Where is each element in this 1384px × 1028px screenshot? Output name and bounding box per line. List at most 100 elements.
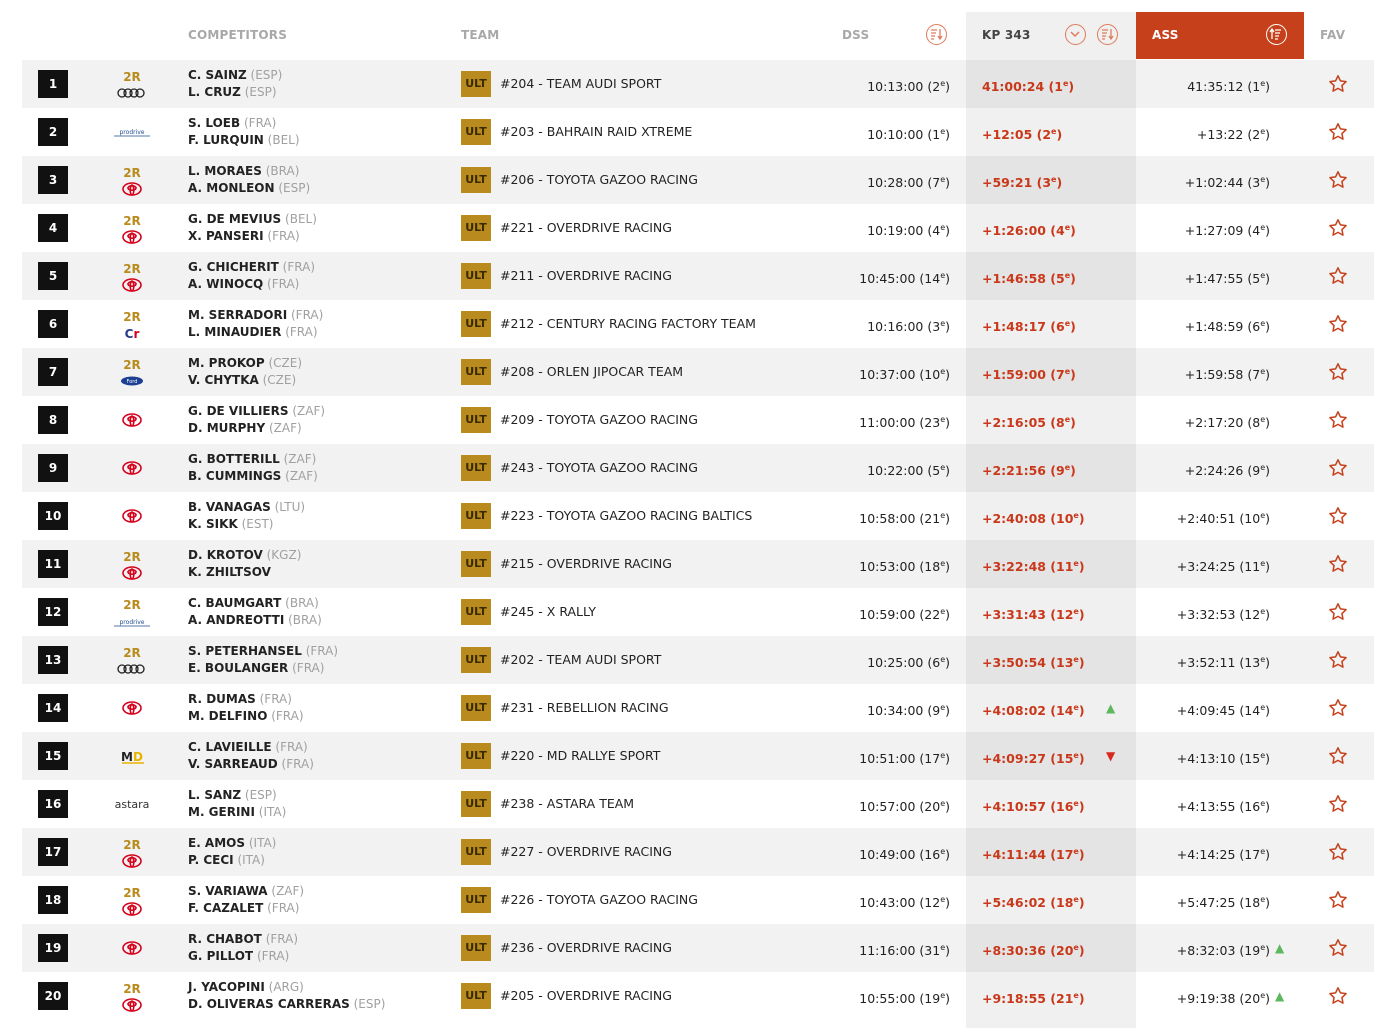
team-name[interactable]: #236 - OVERDRIVE RACING — [500, 924, 672, 972]
crew-names[interactable]: C. SAINZ (ESP) L. CRUZ (ESP) — [188, 67, 282, 101]
kp-sort-icon[interactable] — [1097, 24, 1118, 45]
favorite-star-icon[interactable] — [1328, 698, 1348, 722]
driver-name[interactable]: E. AMOS — [188, 836, 245, 850]
driver-name[interactable]: C. LAVIEILLE — [188, 740, 272, 754]
team-name[interactable]: #202 - TEAM AUDI SPORT — [500, 636, 661, 684]
codriver-name[interactable]: K. SIKK — [188, 517, 238, 531]
crew-names[interactable]: L. MORAES (BRA) A. MONLEON (ESP) — [188, 163, 310, 197]
crew-names[interactable]: C. BAUMGART (BRA) A. ANDREOTTI (BRA) — [188, 595, 322, 629]
team-name[interactable]: #223 - TOYOTA GAZOO RACING BALTICS — [500, 492, 752, 540]
table-row[interactable]: 4 2R G. DE MEVIUS (BEL) X. PANSERI (FRA) ULT… — [22, 204, 1374, 252]
team-name[interactable]: #238 - ASTARA TEAM — [500, 780, 634, 828]
header-team[interactable]: TEAM — [461, 12, 499, 59]
codriver-name[interactable]: P. CECI — [188, 853, 234, 867]
team-name[interactable]: #208 - ORLEN JIPOCAR TEAM — [500, 348, 683, 396]
team-name[interactable]: #204 - TEAM AUDI SPORT — [500, 60, 661, 108]
driver-name[interactable]: G. CHICHERIT — [188, 260, 279, 274]
team-name[interactable]: #206 - TOYOTA GAZOO RACING — [500, 156, 698, 204]
driver-name[interactable]: B. VANAGAS — [188, 500, 271, 514]
team-name[interactable]: #243 - TOYOTA GAZOO RACING — [500, 444, 698, 492]
table-row[interactable]: 19 R. CHABOT (FRA) G. PILLOT (FRA) ULT #236 … — [22, 924, 1374, 972]
crew-names[interactable]: E. AMOS (ITA) P. CECI (ITA) — [188, 835, 276, 869]
driver-name[interactable]: R. CHABOT — [188, 932, 262, 946]
table-row[interactable]: 16 astara L. SANZ (ESP) M. GERINI (ITA) ULT #… — [22, 780, 1374, 828]
favorite-star-icon[interactable] — [1328, 362, 1348, 386]
table-row[interactable]: 11 2R D. KROTOV (KGZ) K. ZHILTSOV ULT #215 -… — [22, 540, 1374, 588]
table-row[interactable]: 8 G. DE VILLIERS (ZAF) D. MURPHY (ZAF) ULT #… — [22, 396, 1374, 444]
dss-sort-icon[interactable] — [926, 24, 947, 45]
table-row[interactable]: 18 2R S. VARIAWA (ZAF) F. CAZALET (FRA) ULT #… — [22, 876, 1374, 924]
team-name[interactable]: #211 - OVERDRIVE RACING — [500, 252, 672, 300]
crew-names[interactable]: B. VANAGAS (LTU) K. SIKK (EST) — [188, 499, 305, 533]
team-name[interactable]: #209 - TOYOTA GAZOO RACING — [500, 396, 698, 444]
table-row[interactable]: 12 2R prodrive C. BAUMGART (BRA) A. ANDREOTT… — [22, 588, 1374, 636]
codriver-name[interactable]: A. WINOCQ — [188, 277, 263, 291]
team-name[interactable]: #226 - TOYOTA GAZOO RACING — [500, 876, 698, 924]
team-name[interactable]: #212 - CENTURY RACING FACTORY TEAM — [500, 300, 756, 348]
codriver-name[interactable]: L. CRUZ — [188, 85, 241, 99]
codriver-name[interactable]: A. MONLEON — [188, 181, 275, 195]
driver-name[interactable]: G. DE VILLIERS — [188, 404, 289, 418]
crew-names[interactable]: G. DE MEVIUS (BEL) X. PANSERI (FRA) — [188, 211, 317, 245]
favorite-star-icon[interactable] — [1328, 938, 1348, 962]
crew-names[interactable]: G. DE VILLIERS (ZAF) D. MURPHY (ZAF) — [188, 403, 325, 437]
favorite-star-icon[interactable] — [1328, 122, 1348, 146]
codriver-name[interactable]: V. CHYTKA — [188, 373, 259, 387]
driver-name[interactable]: J. YACOPINI — [188, 980, 265, 994]
favorite-star-icon[interactable] — [1328, 890, 1348, 914]
driver-name[interactable]: G. DE MEVIUS — [188, 212, 281, 226]
codriver-name[interactable]: B. CUMMINGS — [188, 469, 281, 483]
codriver-name[interactable]: A. ANDREOTTI — [188, 613, 284, 627]
crew-names[interactable]: S. LOEB (FRA) F. LURQUIN (BEL) — [188, 115, 300, 149]
favorite-star-icon[interactable] — [1328, 602, 1348, 626]
crew-names[interactable]: R. CHABOT (FRA) G. PILLOT (FRA) — [188, 931, 298, 965]
favorite-star-icon[interactable] — [1328, 74, 1348, 98]
codriver-name[interactable]: M. GERINI — [188, 805, 255, 819]
crew-names[interactable]: M. SERRADORI (FRA) L. MINAUDIER (FRA) — [188, 307, 323, 341]
driver-name[interactable]: G. BOTTERILL — [188, 452, 280, 466]
driver-name[interactable]: S. PETERHANSEL — [188, 644, 302, 658]
driver-name[interactable]: M. SERRADORI — [188, 308, 287, 322]
table-row[interactable]: 17 2R E. AMOS (ITA) P. CECI (ITA) ULT #227 - … — [22, 828, 1374, 876]
driver-name[interactable]: D. KROTOV — [188, 548, 263, 562]
codriver-name[interactable]: F. LURQUIN — [188, 133, 264, 147]
codriver-name[interactable]: L. MINAUDIER — [188, 325, 281, 339]
crew-names[interactable]: C. LAVIEILLE (FRA) V. SARREAUD (FRA) — [188, 739, 314, 773]
codriver-name[interactable]: X. PANSERI — [188, 229, 264, 243]
driver-name[interactable]: L. SANZ — [188, 788, 241, 802]
table-row[interactable]: 7 2R Ford M. PROKOP (CZE) V. CHYTKA (CZE) ULT… — [22, 348, 1374, 396]
driver-name[interactable]: C. BAUMGART — [188, 596, 281, 610]
driver-name[interactable]: L. MORAES — [188, 164, 262, 178]
favorite-star-icon[interactable] — [1328, 266, 1348, 290]
driver-name[interactable]: S. VARIAWA — [188, 884, 268, 898]
crew-names[interactable]: R. DUMAS (FRA) M. DELFINO (FRA) — [188, 691, 304, 725]
crew-names[interactable]: S. VARIAWA (ZAF) F. CAZALET (FRA) — [188, 883, 304, 917]
team-name[interactable]: #231 - REBELLION RACING — [500, 684, 669, 732]
codriver-name[interactable]: D. MURPHY — [188, 421, 265, 435]
favorite-star-icon[interactable] — [1328, 842, 1348, 866]
table-row[interactable]: 10 B. VANAGAS (LTU) K. SIKK (EST) ULT #223 -… — [22, 492, 1374, 540]
codriver-name[interactable]: D. OLIVERAS CARRERAS — [188, 997, 350, 1011]
table-row[interactable]: 15 MD C. LAVIEILLE (FRA) V. SARREAUD (FRA) U… — [22, 732, 1374, 780]
team-name[interactable]: #215 - OVERDRIVE RACING — [500, 540, 672, 588]
table-row[interactable]: 3 2R L. MORAES (BRA) A. MONLEON (ESP) ULT #20… — [22, 156, 1374, 204]
codriver-name[interactable]: E. BOULANGER — [188, 661, 288, 675]
favorite-star-icon[interactable] — [1328, 170, 1348, 194]
crew-names[interactable]: S. PETERHANSEL (FRA) E. BOULANGER (FRA) — [188, 643, 338, 677]
driver-name[interactable]: M. PROKOP — [188, 356, 265, 370]
codriver-name[interactable]: G. PILLOT — [188, 949, 253, 963]
favorite-star-icon[interactable] — [1328, 794, 1348, 818]
table-row[interactable]: 14 R. DUMAS (FRA) M. DELFINO (FRA) ULT #231 … — [22, 684, 1374, 732]
table-row[interactable]: 5 2R G. CHICHERIT (FRA) A. WINOCQ (FRA) ULT #… — [22, 252, 1374, 300]
chevron-down-icon[interactable] — [1065, 24, 1086, 45]
favorite-star-icon[interactable] — [1328, 314, 1348, 338]
table-row[interactable]: 20 2R J. YACOPINI (ARG) D. OLIVERAS CARRERA… — [22, 972, 1374, 1020]
favorite-star-icon[interactable] — [1328, 746, 1348, 770]
team-name[interactable]: #245 - X RALLY — [500, 588, 596, 636]
table-row[interactable]: 9 G. BOTTERILL (ZAF) B. CUMMINGS (ZAF) ULT #… — [22, 444, 1374, 492]
table-row[interactable]: 13 2R S. PETERHANSEL (FRA) E. BOULANGER (FR… — [22, 636, 1374, 684]
table-row[interactable]: 1 2R C. SAINZ (ESP) L. CRUZ (ESP) ULT #204 - … — [22, 60, 1374, 108]
favorite-star-icon[interactable] — [1328, 506, 1348, 530]
driver-name[interactable]: C. SAINZ — [188, 68, 247, 82]
crew-names[interactable]: G. CHICHERIT (FRA) A. WINOCQ (FRA) — [188, 259, 315, 293]
